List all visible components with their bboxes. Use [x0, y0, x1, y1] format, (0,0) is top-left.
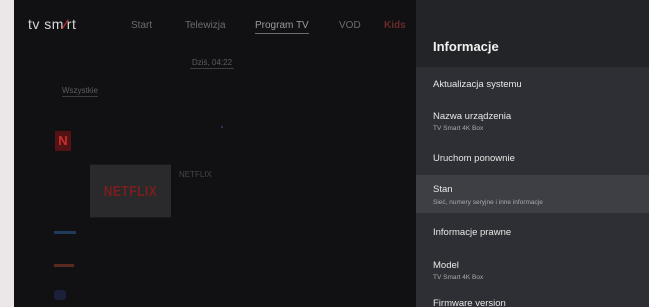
top-navigation: tv sm⁄rt Start Telewizja Program TV VOD … — [14, 0, 416, 50]
logo-text-right: rt — [66, 16, 77, 32]
current-time-marker — [221, 126, 223, 128]
settings-item-label: Nazwa urządzenia — [433, 111, 512, 122]
settings-item-firmware-version[interactable]: Firmware version — [416, 291, 649, 307]
settings-item-label: Model — [433, 260, 459, 271]
settings-item-label: Informacje prawne — [433, 227, 512, 238]
settings-item-device-name[interactable]: Nazwa urządzenia TV Smart 4K Box — [416, 101, 649, 141]
tv-smart-logo: tv sm⁄rt — [28, 16, 76, 32]
settings-item-sublabel: Sieć, numery seryjne i inne informacje — [433, 199, 543, 206]
settings-item-label: Firmware version — [433, 298, 506, 307]
logo-text-left: tv sm — [28, 16, 64, 32]
channel-logo[interactable] — [54, 231, 76, 234]
settings-item-status[interactable]: Stan Sieć, numery seryjne i inne informa… — [416, 175, 649, 213]
tv-screen: tv sm⁄rt Start Telewizja Program TV VOD … — [14, 0, 649, 307]
settings-header: Informacje — [416, 0, 649, 67]
nav-kids[interactable]: Kids — [384, 20, 406, 31]
settings-panel: Informacje Aktualizacja systemu Nazwa ur… — [416, 0, 649, 307]
nav-telewizja[interactable]: Telewizja — [185, 20, 226, 31]
settings-item-sublabel: TV Smart 4K Box — [433, 274, 484, 281]
settings-item-system-update[interactable]: Aktualizacja systemu — [416, 67, 649, 101]
settings-item-restart[interactable]: Uruchom ponownie — [416, 141, 649, 175]
netflix-program-card[interactable]: NETFLIX — [90, 164, 171, 218]
date-time-selector[interactable]: Dziś, 04:22 — [190, 58, 235, 69]
netflix-channel-logo[interactable]: N — [55, 131, 71, 151]
settings-title: Informacje — [433, 39, 499, 54]
settings-item-label: Stan — [433, 184, 453, 195]
settings-item-sublabel: TV Smart 4K Box — [433, 125, 484, 132]
nav-start[interactable]: Start — [131, 20, 152, 31]
filter-all[interactable]: Wszystkie — [62, 86, 98, 97]
settings-item-legal-info[interactable]: Informacje prawne — [416, 213, 649, 251]
nav-vod[interactable]: VOD — [339, 20, 361, 31]
settings-item-model[interactable]: Model TV Smart 4K Box — [416, 251, 649, 291]
channel-logo[interactable] — [54, 290, 66, 300]
background-app: tv sm⁄rt Start Telewizja Program TV VOD … — [14, 0, 416, 307]
channel-logo[interactable] — [54, 264, 74, 267]
nav-program-tv[interactable]: Program TV — [255, 20, 309, 34]
netflix-program-title: NETFLIX — [179, 170, 212, 179]
settings-item-label: Aktualizacja systemu — [433, 79, 522, 90]
settings-item-label: Uruchom ponownie — [433, 153, 515, 164]
